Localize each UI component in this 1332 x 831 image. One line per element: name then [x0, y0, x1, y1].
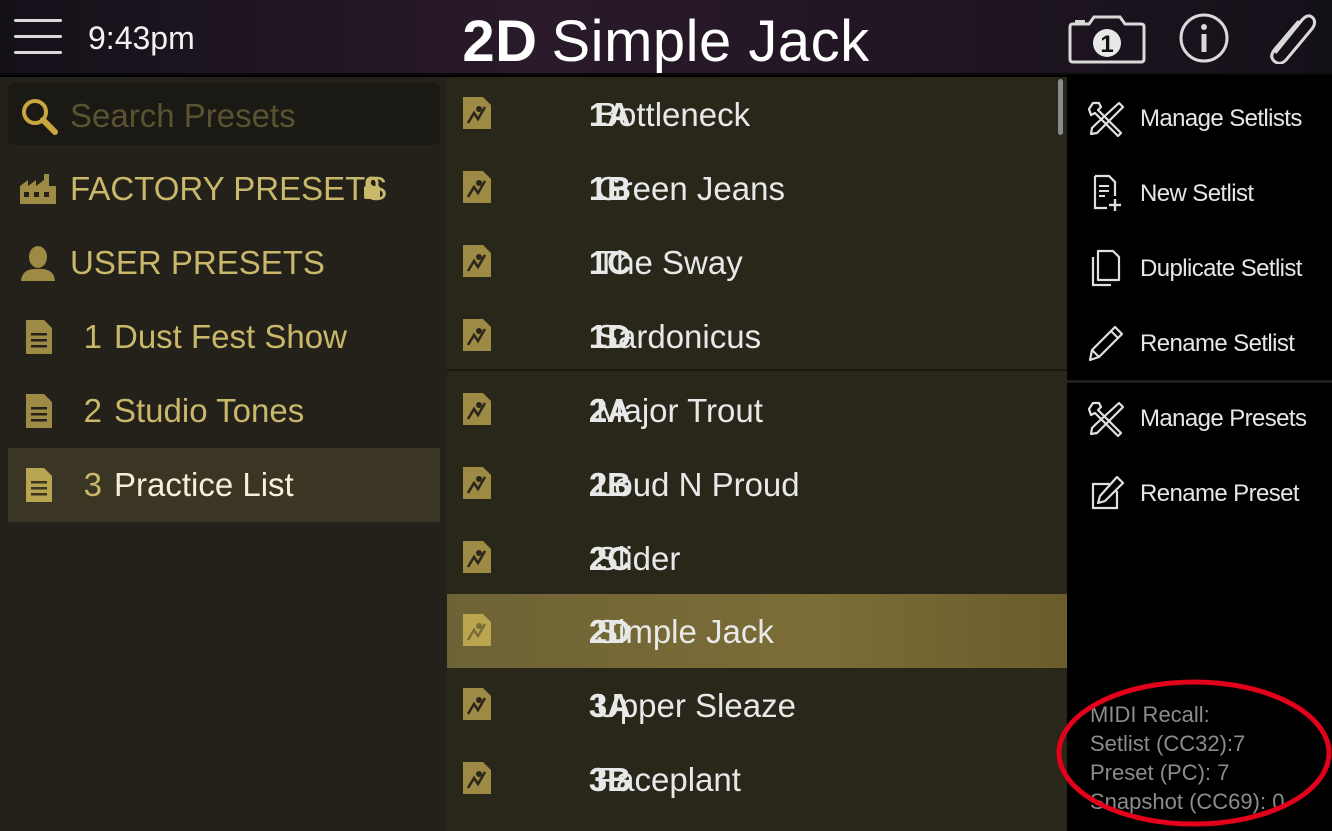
preset-file-icon [463, 688, 491, 720]
preset-file-icon [463, 97, 491, 129]
snapshot-camera-icon[interactable]: 1 [1067, 12, 1147, 64]
user-icon [21, 246, 55, 281]
factory-icon [20, 174, 56, 204]
preset-file-icon [463, 541, 491, 573]
preset-row-selected[interactable]: 2D Simple Jack [447, 594, 1067, 668]
setlist-number: 2 [83, 392, 102, 429]
preset-row[interactable]: 1D Sardonicus [447, 299, 1067, 373]
rename-preset-label: Rename Preset [1140, 480, 1300, 507]
actions-menu: Manage Setlists New Setlist Duplicate Se… [1067, 77, 1332, 831]
rename-setlist-label: Rename Setlist [1140, 330, 1295, 357]
preset-name: Upper Sleaze [596, 687, 796, 724]
factory-presets-label: FACTORY PRESETS [70, 170, 388, 207]
manage-setlists-button[interactable]: Manage Setlists [1067, 79, 1332, 153]
search-placeholder: Search Presets [70, 97, 296, 134]
duplicate-setlist-button[interactable]: Duplicate Setlist [1067, 229, 1332, 303]
preset-name: Major Trout [596, 392, 763, 429]
preset-name: Simple Jack [596, 613, 774, 650]
top-bar: 9:43pm 2D Simple Jack 1 [0, 0, 1332, 75]
search-presets-field[interactable]: Search Presets [8, 83, 440, 145]
lock-icon [364, 176, 380, 199]
search-icon [22, 99, 58, 135]
midi-recall-heading: MIDI Recall: [1090, 702, 1210, 727]
preset-file-icon [463, 762, 491, 794]
pencil-icon [1088, 325, 1124, 362]
manage-presets-button[interactable]: Manage Presets [1067, 379, 1332, 453]
preset-row[interactable]: 3A Upper Sleaze [447, 668, 1067, 742]
user-presets-item[interactable]: USER PRESETS [8, 226, 440, 300]
preset-name: Sardonicus [596, 318, 762, 355]
setlist-item[interactable]: 2 Studio Tones [8, 374, 440, 448]
rename-setlist-button[interactable]: Rename Setlist [1067, 304, 1332, 378]
setlist-name: Dust Fest Show [114, 318, 347, 355]
new-setlist-button[interactable]: New Setlist [1067, 154, 1332, 228]
preset-file-icon [463, 614, 491, 646]
setlist-number: 3 [83, 466, 102, 503]
rename-preset-icon [1091, 475, 1125, 510]
new-document-icon [1093, 174, 1121, 211]
preset-file-icon [463, 171, 491, 203]
preset-row[interactable]: 1B Green Jeans [447, 151, 1067, 225]
snapshot-number: 1 [1100, 31, 1113, 58]
preset-row[interactable]: 1C The Sway [447, 225, 1067, 299]
preset-file-icon [463, 245, 491, 277]
midi-preset-value: Preset (PC): 7 [1090, 760, 1230, 785]
preset-row[interactable]: 3B Faceplant [447, 742, 1067, 816]
preset-name: Slider [596, 540, 681, 577]
preset-file-icon [463, 467, 491, 499]
preset-file-icon [463, 319, 491, 351]
tools-icon [1087, 101, 1125, 137]
setlist-item-selected[interactable]: 3 Practice List [8, 448, 440, 522]
midi-snapshot-value: Snapshot (CC69): 0 [1090, 789, 1285, 814]
preset-row[interactable]: 2B Loud N Proud [447, 447, 1067, 521]
duplicate-icon [1091, 249, 1121, 287]
bank-divider [447, 369, 1067, 371]
midi-setlist-value: Setlist (CC32):7 [1090, 731, 1246, 756]
setlist-name: Studio Tones [114, 392, 305, 429]
preset-row[interactable]: 1A Bottleneck [447, 77, 1067, 151]
document-icon [26, 394, 52, 428]
document-icon [26, 468, 52, 502]
title-preset-code: 2D [462, 9, 538, 74]
duplicate-setlist-label: Duplicate Setlist [1140, 255, 1302, 282]
preset-name: The Sway [596, 244, 743, 281]
paperclip-icon[interactable] [1266, 12, 1320, 65]
new-setlist-label: New Setlist [1140, 180, 1254, 207]
preset-row[interactable]: 2C Slider [447, 521, 1067, 595]
setlist-name: Practice List [114, 466, 294, 503]
preset-name: Green Jeans [596, 170, 785, 207]
title-preset-name: Simple Jack [551, 9, 870, 74]
tools-icon [1087, 401, 1125, 437]
info-icon[interactable] [1178, 12, 1230, 64]
document-icon [26, 320, 52, 354]
manage-presets-label: Manage Presets [1140, 405, 1307, 432]
factory-presets-item[interactable]: FACTORY PRESETS [8, 152, 440, 226]
manage-setlists-label: Manage Setlists [1140, 105, 1302, 132]
user-presets-label: USER PRESETS [70, 244, 325, 281]
setlist-number: 1 [83, 318, 102, 355]
rename-preset-button[interactable]: Rename Preset [1067, 454, 1332, 528]
preset-file-icon [463, 393, 491, 425]
preset-row[interactable]: 2A Major Trout [447, 373, 1067, 447]
setlist-panel: Search Presets FACTORY PRESETS USER PRES… [0, 77, 447, 831]
preset-list[interactable]: 1A Bottleneck 1B Green Jeans 1C The Sway… [447, 77, 1067, 831]
preset-name: Faceplant [596, 761, 741, 798]
setlist-item[interactable]: 1 Dust Fest Show [8, 300, 440, 374]
preset-name: Bottleneck [596, 96, 751, 133]
preset-name: Loud N Proud [596, 466, 800, 503]
midi-recall-info: MIDI Recall: Setlist (CC32):7 Preset (PC… [1090, 700, 1284, 816]
